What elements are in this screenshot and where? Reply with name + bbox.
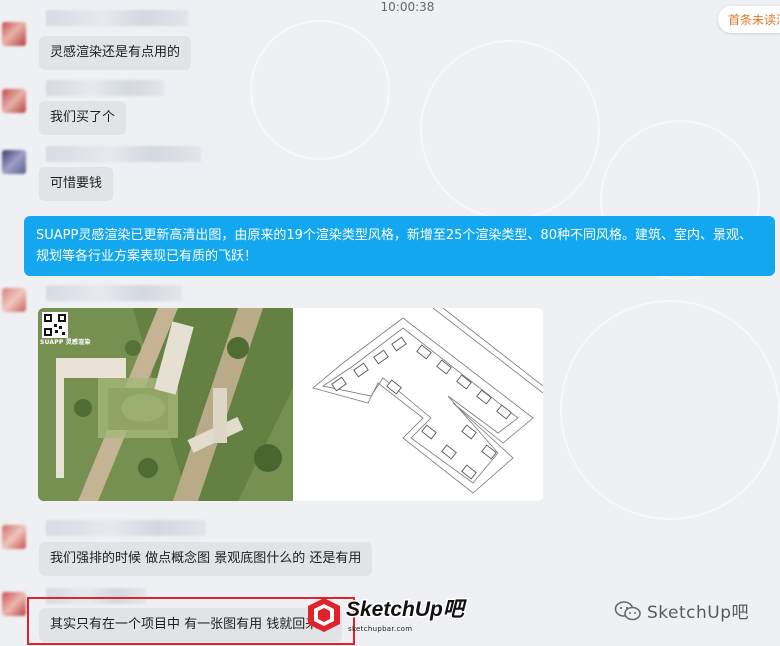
background-decoration [420, 40, 600, 220]
logo-url: sketchupbar.com [348, 625, 413, 633]
avatar[interactable] [2, 89, 26, 113]
qr-code-icon [42, 312, 68, 338]
sender-name-blurred [46, 520, 206, 536]
message-bubble[interactable]: 可惜要钱 [39, 167, 114, 201]
avatar[interactable] [2, 22, 26, 46]
background-decoration [560, 300, 780, 520]
wechat-account-watermark: SketchUp吧 [647, 603, 750, 623]
site-plan-drawing [293, 308, 543, 501]
qr-caption: SUAPP 灵感渲染 [40, 339, 91, 346]
message-bubble[interactable]: 灵感渲染还是有点用的 [39, 36, 192, 70]
self-message-bubble[interactable]: SUAPP灵感渲染已更新高清出图，由原来的19个渲染类型风格，新增至25个渲染类… [24, 216, 775, 276]
sender-name-blurred [46, 10, 188, 26]
message-bubble[interactable]: 我们买了个 [39, 101, 127, 135]
wechat-official-account-icon [614, 601, 641, 621]
sender-name-blurred [46, 146, 201, 162]
sender-name-blurred [46, 80, 164, 96]
message-bubble[interactable]: 我们强排的时候 做点概念图 景观底图什么的 还是有用 [39, 542, 373, 576]
sketchupbar-logo: SketchUp吧 [308, 597, 469, 632]
logo-text: SketchUp吧 [346, 598, 468, 621]
avatar[interactable] [2, 150, 26, 174]
aerial-render-image [38, 308, 293, 501]
image-message[interactable]: SUAPP 灵感渲染 [38, 308, 543, 501]
background-decoration [250, 20, 390, 160]
first-unread-button[interactable]: 首条未读消息 [718, 6, 780, 33]
avatar[interactable] [2, 288, 26, 312]
avatar[interactable] [2, 592, 26, 616]
avatar[interactable] [2, 525, 26, 549]
sender-name-blurred [46, 285, 182, 301]
